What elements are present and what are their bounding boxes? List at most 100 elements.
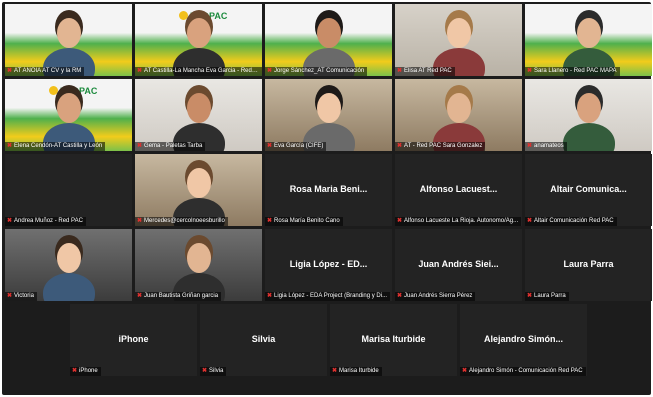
participant-face [56,93,81,123]
participant-name-text: AT - Red PAC Sara Gonzalez [404,143,483,149]
mic-muted-icon: ✖ [332,368,338,374]
participant-tile[interactable]: ✖ anamateos [525,79,652,151]
participant-name-text: Andrea Muñoz - Red PAC [14,218,83,224]
participant-name-label: ✖ Marisa Iturbide [330,367,382,376]
participant-name-label: ✖ Elisa AT Red PAC [395,67,455,76]
participant-face [316,18,341,48]
participant-tile[interactable]: ✖ Gema - Paletas Tarba [135,79,262,151]
participant-tile[interactable]: ✖ Sara Llanero - Red PAC MAPA [525,4,652,76]
participant-name-label: ✖ Ligia López - EDA Project (Branding y D… [265,292,391,301]
participant-tile[interactable]: ✖ Andrea Muñoz - Red PAC [5,154,132,226]
participant-tile[interactable]: Altair Comunica... ✖ Altair Comunicación R… [525,154,652,226]
participant-name-text: Jorge Sánchez_AT Comunicación [274,68,365,74]
participant-tile[interactable]: Juan Andrés Siei... ✖ Juan Andrés Sierra P… [395,229,522,301]
participant-name-label: ✖ Victoria [5,292,37,301]
participant-name-label: ✖ Sara Llanero - Red PAC MAPA [525,67,620,76]
mic-muted-icon: ✖ [72,368,78,374]
participant-name-label: ✖ Elena Cendón-AT Castilla y León [5,142,106,151]
participant-name-label: ✖ Jorge Sánchez_AT Comunicación [265,67,368,76]
participant-name-text: AT Castilla-La Mancha Eva Garcia - Red P… [144,68,262,74]
mic-muted-icon: ✖ [527,293,533,299]
participant-name-text: Silvia [209,368,224,374]
participant-tile[interactable]: ✖ Juan Bautista Griñan garcia [135,229,262,301]
mic-muted-icon: ✖ [527,68,533,74]
participant-name-label: ✖ Rosa María Benito Cano [265,217,343,226]
participant-name-label: ✖ Mercedes@cercolnoeesburillo [135,217,228,226]
participant-display-name: Juan Andrés Siei... [418,259,499,269]
participant-name-text: Elisa AT Red PAC [404,68,452,74]
participant-display-name: Alfonso Lacuest... [419,184,498,194]
participant-name-label: ✖ Andrea Muñoz - Red PAC [5,217,86,226]
participant-name-label: ✖ anamateos [525,142,567,151]
participant-tile[interactable]: ✖ AT ANOIA AT CV y la RM [5,4,132,76]
participant-tile[interactable]: REDPAC ✖ AT Castilla-La Mancha Eva Garcia … [135,4,262,76]
participant-name-text: AT ANOIA AT CV y la RM [14,68,82,74]
participant-name-text: anamateos [534,143,564,149]
participant-face [576,18,601,48]
participant-name-text: Sara Llanero - Red PAC MAPA [534,68,617,74]
participant-tile[interactable]: Ligia López - ED... ✖ Ligia López - EDA Pr… [265,229,392,301]
participant-face [56,243,81,273]
mic-muted-icon: ✖ [527,218,533,224]
participant-face [186,243,211,273]
participant-tile[interactable]: ✖ Mercedes@cercolnoeesburillo [135,154,262,226]
mic-muted-icon: ✖ [397,68,403,74]
participant-face [186,93,211,123]
participant-tile[interactable]: iPhone ✖ iPhone [70,304,197,376]
mic-muted-icon: ✖ [267,143,273,149]
participant-name-text: Gema - Paletas Tarba [144,143,203,149]
participant-display-name: Rosa Maria Beni... [289,184,368,194]
participant-name-label: ✖ Juan Andrés Sierra Pérez [395,292,476,301]
participant-tile[interactable]: Silvia ✖ Silvia [200,304,327,376]
participant-name-text: Alfonso Lacueste La Rioja. Autonomo/Ag..… [404,218,519,224]
participant-name-text: Laura Parra [534,293,566,299]
participant-tile[interactable]: Alfonso Lacuest... ✖ Alfonso Lacueste La R… [395,154,522,226]
participant-face [186,168,211,198]
participant-tile[interactable]: REDPAC ✖ Elena Cendón-AT Castilla y León [5,79,132,151]
participant-display-name: Laura Parra [563,259,614,269]
mic-muted-icon: ✖ [267,68,273,74]
participant-name-label: ✖ AT Castilla-La Mancha Eva Garcia - Red … [135,67,262,76]
mic-muted-icon: ✖ [7,293,13,299]
mic-muted-icon: ✖ [527,143,533,149]
participant-name-text: Juan Bautista Griñan garcia [144,293,219,299]
participant-display-name: Ligia López - ED... [289,259,368,269]
participant-face [56,18,81,48]
participant-name-text: Rosa María Benito Cano [274,218,340,224]
participant-tile[interactable]: ✖ Elisa AT Red PAC [395,4,522,76]
participant-name-text: Altair Comunicación Red PAC [534,218,614,224]
participant-name-label: ✖ Eva García (CIFE) [265,142,327,151]
participant-name-text: Ligia López - EDA Project (Branding y Di… [274,293,388,299]
participant-name-text: Marisa Iturbide [339,368,379,374]
mic-muted-icon: ✖ [267,218,273,224]
participant-name-text: Mercedes@cercolnoeesburillo [144,218,225,224]
participant-face [446,18,471,48]
participant-tile[interactable]: Rosa Maria Beni... ✖ Rosa María Benito Can… [265,154,392,226]
participant-name-text: Alejandro Simón - Comunicación Red PAC [469,368,583,374]
participant-name-text: iPhone [79,368,98,374]
participant-name-label: ✖ Gema - Paletas Tarba [135,142,206,151]
mic-muted-icon: ✖ [137,218,143,224]
participant-name-label: ✖ Altair Comunicación Red PAC [525,217,617,226]
participant-name-label: ✖ iPhone [70,367,101,376]
mic-muted-icon: ✖ [462,368,468,374]
mic-muted-icon: ✖ [397,218,403,224]
participant-name-text: Victoria [14,293,34,299]
mic-muted-icon: ✖ [267,293,273,299]
participant-name-label: ✖ Laura Parra [525,292,569,301]
mic-muted-icon: ✖ [137,68,143,74]
participant-tile[interactable]: ✖ Jorge Sánchez_AT Comunicación [265,4,392,76]
participant-tile[interactable]: ✖ AT - Red PAC Sara Gonzalez [395,79,522,151]
participant-tile[interactable]: Marisa Iturbide ✖ Marisa Iturbide [330,304,457,376]
participant-display-name: Marisa Iturbide [361,334,426,344]
mic-muted-icon: ✖ [7,218,13,224]
participant-tile[interactable]: ✖ Victoria [5,229,132,301]
participant-tile[interactable]: Alejandro Simón... ✖ Alejandro Simón - Com… [460,304,587,376]
participant-tile[interactable]: ✖ Eva García (CIFE) [265,79,392,151]
participant-face [316,93,341,123]
participant-tile[interactable]: Laura Parra ✖ Laura Parra [525,229,652,301]
video-gallery: ✖ AT ANOIA AT CV y la RM REDPAC ✖ AT Castill… [2,2,652,395]
participant-display-name: iPhone [118,334,149,344]
mic-muted-icon: ✖ [7,68,13,74]
mic-muted-icon: ✖ [137,293,143,299]
